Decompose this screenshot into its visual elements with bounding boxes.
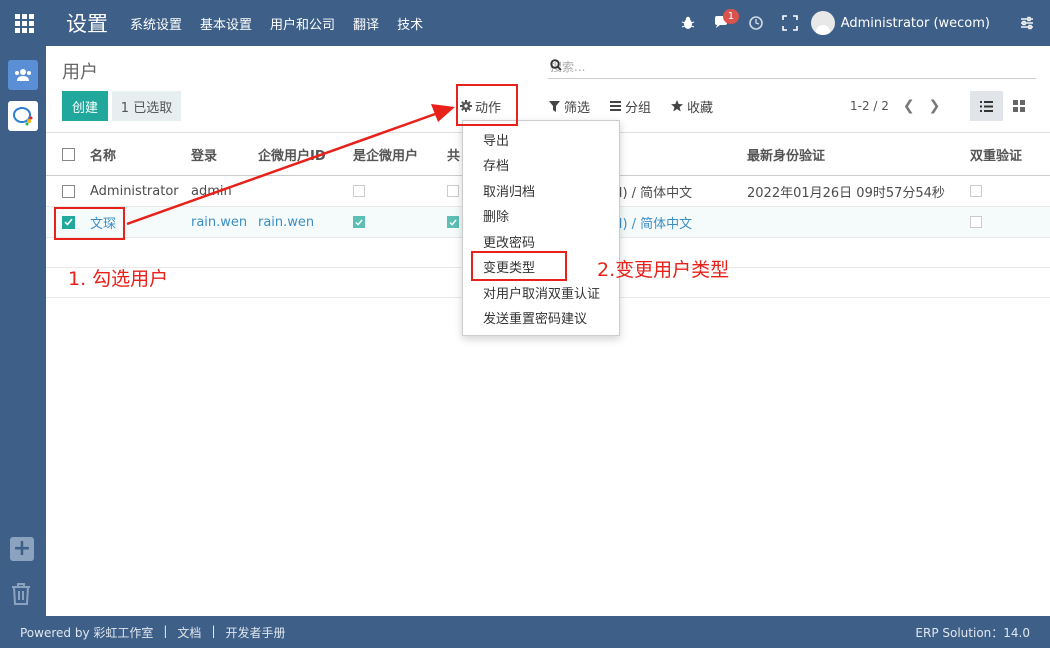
column-header-2fa[interactable]: 双重验证 — [970, 133, 1022, 175]
menu-item-unarchive[interactable]: 取消归档 — [483, 181, 535, 200]
footer-dev-manual-link[interactable]: 开发者手册 — [225, 624, 285, 641]
wecom-app-icon[interactable] — [8, 101, 38, 131]
list-bars-icon — [610, 101, 622, 111]
annotation-step1: 1. 勾选用户 — [68, 268, 169, 290]
search-input[interactable]: 搜索... — [548, 54, 1036, 79]
group-label: 分组 — [625, 100, 652, 116]
column-header-wecom-id[interactable]: 企微用户ID — [258, 133, 326, 175]
search-icon[interactable] — [550, 59, 1034, 74]
pager-value[interactable]: 1-2 / 2 — [850, 99, 889, 113]
annotation-box-change-type — [471, 251, 567, 281]
users-app-icon[interactable] — [8, 60, 38, 90]
pager-previous-icon[interactable]: ❮ — [903, 98, 915, 114]
menu-item-users-companies[interactable]: 用户和公司 — [270, 14, 335, 33]
menu-item-change-password[interactable]: 更改密码 — [483, 232, 535, 251]
search-options: 筛选 分组 收藏 — [549, 91, 733, 121]
filter-button[interactable]: 筛选 — [549, 97, 590, 116]
footer-version: ERP Solution：14.0 — [915, 625, 1030, 640]
systray: 1 Administrator (wecom) — [675, 0, 1050, 46]
footer-separator: | — [211, 623, 216, 638]
menu-item-basic-settings[interactable]: 基本设置 — [200, 14, 252, 33]
pager-next-icon[interactable]: ❯ — [929, 98, 941, 114]
cell-name: Administrator — [90, 183, 179, 199]
fullscreen-icon[interactable] — [777, 0, 803, 46]
annotation-step2: 2.变更用户类型 — [597, 259, 730, 281]
column-header-is-wecom[interactable]: 是企微用户 — [353, 133, 418, 175]
list-view-icon — [980, 100, 993, 112]
select-all-checkbox[interactable] — [62, 147, 75, 161]
column-header-login[interactable]: 登录 — [191, 133, 217, 175]
favorites-button[interactable]: 收藏 — [671, 97, 713, 116]
cell-wecom-id: rain.wen — [258, 214, 315, 230]
menu-item-technical[interactable]: 技术 — [397, 14, 423, 33]
add-icon[interactable]: + — [10, 537, 34, 561]
column-header-name[interactable]: 名称 — [90, 133, 116, 175]
debug-bug-icon[interactable] — [675, 0, 701, 46]
list-view-button[interactable] — [970, 91, 1003, 121]
is-wecom-checkbox — [353, 216, 365, 228]
is-wecom-checkbox — [353, 185, 365, 197]
main-menu: 系统设置 基本设置 用户和公司 翻译 技术 — [130, 14, 441, 33]
selected-count-button[interactable]: 1 已选取 — [112, 91, 181, 121]
annotation-box-select-user — [54, 207, 125, 240]
menu-item-delete[interactable]: 删除 — [483, 206, 509, 225]
top-navbar: 设置 系统设置 基本设置 用户和公司 翻译 技术 1 Administrator… — [0, 0, 1050, 46]
menu-item-system-settings[interactable]: 系统设置 — [130, 14, 182, 33]
user-menu-name[interactable]: Administrator (wecom) — [841, 16, 990, 31]
menu-item-translations[interactable]: 翻译 — [353, 14, 379, 33]
menu-item-send-reset-password[interactable]: 发送重置密码建议 — [483, 308, 587, 327]
favorites-label: 收藏 — [687, 100, 714, 116]
star-icon — [671, 100, 684, 112]
footer-powered: Powered by 彩虹工作室 — [20, 625, 154, 640]
pager: 1-2 / 2 ❮ ❯ — [850, 91, 940, 121]
chat-icon[interactable]: 1 — [709, 0, 740, 46]
action-dropdown-menu: 导出 存档 取消归档 删除 更改密码 变更类型 对用户取消双重认证 发送重置密码… — [462, 120, 620, 336]
footer-docs-link[interactable]: 文档 — [177, 624, 201, 641]
apps-menu-icon[interactable] — [0, 0, 48, 46]
group-button[interactable]: 分组 — [610, 97, 651, 116]
page-title: 用户 — [62, 62, 98, 83]
filter-label: 筛选 — [564, 100, 591, 116]
menu-item-export[interactable]: 导出 — [483, 130, 509, 149]
footer: Powered by 彩虹工作室 | 文档 | 开发者手册 ERP Soluti… — [0, 616, 1050, 648]
user-avatar[interactable] — [810, 11, 835, 35]
shared-checkbox — [447, 216, 459, 228]
chat-badge: 1 — [722, 9, 740, 24]
row-checkbox[interactable] — [62, 184, 75, 198]
twofa-checkbox — [970, 185, 982, 197]
footer-separator: | — [163, 623, 168, 638]
cell-last-auth: 2022年01月26日 09时57分54秒 — [747, 185, 945, 201]
app-title: 设置 — [66, 12, 108, 36]
column-header-shared[interactable]: 共 — [447, 133, 460, 175]
column-header-last-auth[interactable]: 最新身份验证 — [747, 133, 825, 175]
left-sidebar: + — [0, 46, 46, 616]
kanban-view-button[interactable] — [1004, 91, 1034, 121]
cell-login: admin — [191, 183, 232, 199]
kanban-view-icon — [1013, 100, 1025, 112]
annotation-box-action — [456, 84, 518, 126]
cell-login: rain.wen — [191, 214, 248, 230]
activity-clock-icon[interactable] — [743, 0, 769, 46]
trash-icon[interactable] — [10, 582, 32, 610]
check-icon — [449, 218, 457, 226]
filter-icon — [549, 100, 560, 112]
check-icon — [355, 218, 363, 226]
menu-item-disable-2fa[interactable]: 对用户取消双重认证 — [483, 283, 600, 302]
sliders-icon[interactable] — [1012, 16, 1042, 30]
menu-item-archive[interactable]: 存档 — [483, 155, 509, 174]
twofa-checkbox — [970, 216, 982, 228]
shared-checkbox — [447, 185, 459, 197]
create-button[interactable]: 创建 — [62, 91, 108, 121]
